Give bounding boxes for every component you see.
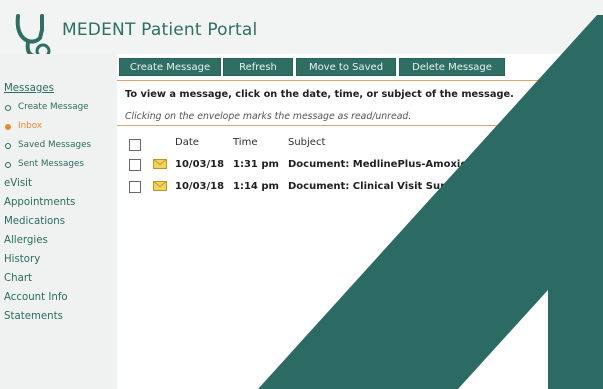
message-date[interactable]: 10/03/18 xyxy=(175,181,224,192)
bullet-icon xyxy=(5,162,11,168)
app-title: MEDENT Patient Portal xyxy=(62,20,258,40)
header: MEDENT Patient Portal xyxy=(0,0,603,59)
column-header-date[interactable]: Date xyxy=(175,137,199,148)
delete-message-button[interactable]: Delete Message xyxy=(399,58,505,76)
message-subject[interactable]: Document: Clinical Visit Summ xyxy=(288,181,461,192)
select-all-checkbox[interactable] xyxy=(129,139,141,151)
bullet-icon xyxy=(5,143,11,149)
sidebar-item-chart[interactable]: Chart xyxy=(4,273,32,284)
sidebar-item-evisit[interactable]: eVisit xyxy=(4,178,32,189)
row-checkbox[interactable] xyxy=(129,181,141,193)
instruction-text: To view a message, click on the date, ti… xyxy=(125,89,514,100)
table-row[interactable]: 10/03/18 1:31 pm Document: MedlinePlus-A… xyxy=(117,159,603,179)
sidebar-item-account-info[interactable]: Account Info xyxy=(4,292,68,303)
sidebar-subitem-create-message[interactable]: Create Message xyxy=(18,102,89,112)
sidebar-item-messages[interactable]: Messages xyxy=(4,83,54,94)
sidebar-item-medications[interactable]: Medications xyxy=(4,216,65,227)
refresh-button[interactable]: Refresh xyxy=(223,58,293,76)
sidebar: Messages Create Message Inbox Saved Mess… xyxy=(0,54,117,389)
sidebar-item-allergies[interactable]: Allergies xyxy=(4,235,48,246)
envelope-icon[interactable] xyxy=(153,159,167,169)
column-header-time[interactable]: Time xyxy=(233,137,257,148)
sidebar-subitem-saved-messages[interactable]: Saved Messages xyxy=(18,140,91,150)
message-date[interactable]: 10/03/18 xyxy=(175,159,224,170)
row-checkbox[interactable] xyxy=(129,159,141,171)
envelope-hint-text: Clicking on the envelope marks the messa… xyxy=(125,111,412,122)
create-message-button[interactable]: Create Message xyxy=(119,58,221,76)
sidebar-item-appointments[interactable]: Appointments xyxy=(4,197,75,208)
message-time[interactable]: 1:31 pm xyxy=(233,159,279,170)
message-subject[interactable]: Document: MedlinePlus-Amoxicill xyxy=(288,159,477,170)
sidebar-item-statements[interactable]: Statements xyxy=(4,311,63,322)
sidebar-subitem-sent-messages[interactable]: Sent Messages xyxy=(18,159,84,169)
sidebar-item-history[interactable]: History xyxy=(4,254,40,265)
envelope-icon[interactable] xyxy=(153,181,167,191)
bullet-icon xyxy=(5,124,11,130)
move-to-saved-button[interactable]: Move to Saved xyxy=(296,58,396,76)
sidebar-subitem-inbox[interactable]: Inbox xyxy=(18,121,42,131)
bullet-icon xyxy=(5,105,11,111)
table-row[interactable]: 10/03/18 1:14 pm Document: Clinical Visi… xyxy=(117,181,603,201)
message-time[interactable]: 1:14 pm xyxy=(233,181,279,192)
message-panel: Create Message Refresh Move to Saved Del… xyxy=(117,54,603,389)
instructions-box: To view a message, click on the date, ti… xyxy=(117,80,603,126)
column-header-subject[interactable]: Subject xyxy=(288,137,325,148)
